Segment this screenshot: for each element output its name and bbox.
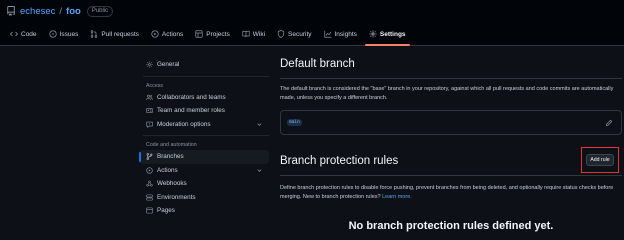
branch-icon xyxy=(146,153,153,161)
tab-pull-requests[interactable]: Pull requests xyxy=(84,24,145,44)
repo-header: echesec / foo Public Code Issues Pull re… xyxy=(0,0,624,46)
sidebar-section-heading: Code and automation xyxy=(146,142,197,148)
tab-actions[interactable]: Actions xyxy=(145,24,189,44)
repo-icon xyxy=(6,6,16,16)
sidebar-item-branches[interactable]: Branches xyxy=(139,150,269,164)
sidebar-item-label: Webhooks xyxy=(157,180,187,188)
gear-icon xyxy=(146,61,153,68)
empty-state-title: No branch protection rules defined yet. xyxy=(348,220,554,232)
book-icon xyxy=(242,30,250,38)
repo-separator: / xyxy=(59,5,63,17)
default-branch-name: main xyxy=(287,119,302,126)
graph-icon xyxy=(323,30,332,38)
sidebar-item-general[interactable]: General xyxy=(139,58,269,72)
sidebar-item-collaborators[interactable]: Collaborators and teams xyxy=(139,91,269,105)
default-branch-heading: Default branch xyxy=(280,58,355,70)
webhook-icon xyxy=(146,180,153,187)
github-settings-page: echesec / foo Public Code Issues Pull re… xyxy=(0,0,624,236)
sidebar-item-label: Actions xyxy=(157,166,178,174)
tab-insights[interactable]: Insights xyxy=(318,24,363,44)
play-icon xyxy=(151,30,159,38)
gear-icon xyxy=(369,30,377,38)
sidebar-item-actions[interactable]: Actions xyxy=(139,164,269,178)
pull-request-icon xyxy=(90,30,98,38)
tab-label: Issues xyxy=(59,30,79,38)
tab-label: Security xyxy=(288,30,312,38)
sidebar-item-label: Pages xyxy=(157,207,175,215)
sidebar-divider xyxy=(143,75,269,77)
code-icon xyxy=(10,30,18,38)
sidebar-item-webhooks[interactable]: Webhooks xyxy=(139,177,269,191)
settings-sidebar: General Access Collaborators and teams T… xyxy=(139,58,269,218)
tab-label: Wiki xyxy=(252,30,266,38)
tab-issues[interactable]: Issues xyxy=(43,24,85,44)
sidebar-section-heading: Access xyxy=(146,82,164,89)
repo-tabs: Code Issues Pull requests Actions Projec… xyxy=(4,24,412,46)
branch-protection-heading: Branch protection rules xyxy=(280,155,399,167)
tab-label: Pull requests xyxy=(101,30,139,38)
tab-label: Actions xyxy=(161,30,184,38)
sidebar-item-pages[interactable]: Pages xyxy=(139,204,269,218)
sidebar-item-environments[interactable]: Environments xyxy=(139,191,269,205)
tab-settings[interactable]: Settings xyxy=(363,24,412,46)
sidebar-item-label: Team and member roles xyxy=(157,107,225,115)
server-icon xyxy=(146,194,153,201)
tab-label: Code xyxy=(21,30,37,38)
default-branch-box: main xyxy=(280,110,622,135)
learn-more-link[interactable]: Learn more. xyxy=(382,194,412,200)
play-icon xyxy=(146,167,153,174)
repo-name-link[interactable]: foo xyxy=(66,6,81,17)
issue-icon xyxy=(48,30,57,38)
tab-wiki[interactable]: Wiki xyxy=(236,24,271,44)
people-icon xyxy=(146,94,153,101)
sidebar-divider xyxy=(143,135,269,136)
repo-title: echesec / foo Public xyxy=(6,3,114,19)
tab-label: Insights xyxy=(334,30,357,38)
add-rule-button[interactable]: Add rule xyxy=(586,154,614,166)
sidebar-item-label: Environments xyxy=(157,193,196,201)
table-icon xyxy=(195,30,203,38)
sidebar-item-label: General xyxy=(157,61,180,69)
pencil-icon[interactable] xyxy=(605,119,613,127)
branch-protection-description: Define branch protection rules to disabl… xyxy=(280,184,620,202)
tab-projects[interactable]: Projects xyxy=(189,24,235,44)
default-branch-description: The default branch is considered the "ba… xyxy=(280,86,614,101)
sidebar-item-label: Moderation options xyxy=(157,120,211,128)
settings-main: Default branch The default branch is con… xyxy=(280,58,622,232)
sidebar-item-label: Collaborators and teams xyxy=(157,93,226,101)
tab-label: Projects xyxy=(206,30,230,38)
tab-code[interactable]: Code xyxy=(4,24,43,44)
id-badge-icon xyxy=(146,107,153,114)
report-icon xyxy=(146,121,153,128)
chevron-down-icon[interactable] xyxy=(256,167,263,174)
heading-divider xyxy=(280,78,622,79)
branch-protection-header: Branch protection rules Add rule xyxy=(280,147,622,173)
visibility-badge: Public xyxy=(86,5,114,17)
heading-divider xyxy=(280,175,622,176)
tab-label: Settings xyxy=(379,30,406,38)
sidebar-item-team-roles[interactable]: Team and member roles xyxy=(139,104,269,118)
sidebar-item-moderation[interactable]: Moderation options xyxy=(139,118,269,132)
browser-icon xyxy=(146,207,153,214)
repo-owner-link[interactable]: echesec xyxy=(20,6,55,17)
shield-icon xyxy=(277,30,285,38)
branch-protection-description-text: Define branch protection rules to disabl… xyxy=(280,185,614,200)
sidebar-item-label: Branches xyxy=(157,153,184,161)
add-rule-highlight: Add rule xyxy=(581,147,619,173)
tab-security[interactable]: Security xyxy=(271,24,317,44)
chevron-down-icon[interactable] xyxy=(256,121,263,128)
